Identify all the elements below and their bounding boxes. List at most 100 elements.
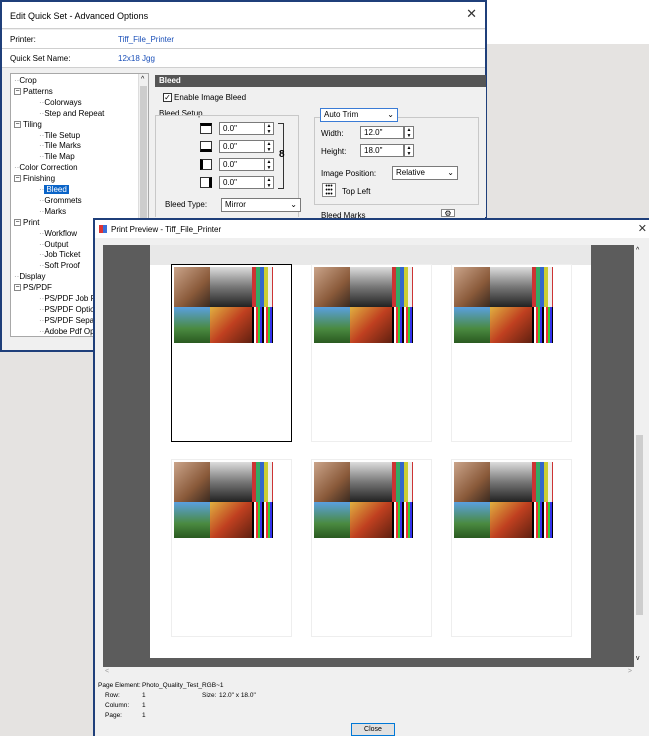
scroll-up-icon[interactable]: ^ — [636, 247, 639, 254]
height-stepper[interactable]: ▲ ▼ — [404, 144, 414, 157]
close-icon[interactable]: ✕ — [638, 222, 647, 235]
photo-segment — [454, 502, 490, 538]
tree-item[interactable]: ··Tile Setup — [39, 131, 80, 141]
scroll-up-icon[interactable]: ^ — [141, 76, 144, 83]
gear-icon[interactable]: ⚙ — [441, 209, 455, 218]
chain-link-icon[interactable]: 8 — [279, 149, 285, 160]
photo-segment — [174, 267, 210, 307]
preview-title: Print Preview - Tiff_File_Printer — [111, 225, 222, 234]
tree-item[interactable]: ··Output — [39, 240, 68, 250]
close-button[interactable]: Close — [351, 723, 395, 736]
photo-segment — [392, 502, 413, 538]
preview-canvas[interactable] — [103, 245, 634, 667]
preview-cell[interactable] — [311, 264, 432, 442]
tree-item-label: Finishing — [23, 174, 56, 184]
tree-item-label: Step and Repeat — [44, 108, 105, 118]
tree-item-label: Colorways — [44, 97, 82, 107]
tree-item[interactable]: − Finishing — [14, 174, 55, 184]
bleed-type-value: Mirror — [225, 200, 246, 209]
bleed-top-input[interactable]: 0.0" — [219, 122, 265, 135]
dialog-title: Edit Quick Set - Advanced Options — [10, 11, 149, 21]
preview-cell[interactable] — [311, 459, 432, 637]
tree-item-label: Tiling — [23, 119, 42, 129]
trim-select[interactable]: Auto Trim ⌄ — [320, 108, 398, 122]
tree-item[interactable]: − PS/PDF — [14, 283, 52, 293]
divider — [2, 28, 485, 29]
photo-segment — [350, 502, 392, 538]
bleed-left-input[interactable]: 0.0" — [219, 158, 265, 171]
photo-segment — [454, 462, 490, 502]
enable-bleed-checkbox[interactable]: ✓ — [163, 93, 172, 102]
preview-cell[interactable] — [451, 459, 572, 637]
collapse-icon[interactable]: − — [14, 284, 21, 292]
width-input[interactable]: 12.0" — [360, 126, 404, 139]
page-element-label: Page Element: — [98, 682, 141, 689]
photo-segment — [252, 502, 273, 538]
photo-segment — [210, 462, 252, 502]
photo-segment — [392, 462, 413, 502]
bleed-top-stepper[interactable]: ▲ ▼ — [264, 122, 274, 135]
tree-item[interactable]: ··PS/PDF Separa — [39, 316, 101, 326]
bleed-bottom-stepper[interactable]: ▲ ▼ — [264, 140, 274, 153]
tree-item[interactable]: − Tiling — [14, 120, 42, 130]
tree-item[interactable]: ··Workflow — [39, 229, 77, 239]
photo-thumbnail — [174, 462, 273, 538]
preview-horizontal-scrollbar[interactable]: < > — [103, 667, 634, 678]
tree-item[interactable]: ··Tile Marks — [39, 141, 81, 151]
scroll-right-icon[interactable]: > — [628, 668, 632, 675]
tree-item[interactable]: ··Crop — [14, 76, 37, 86]
photo-segment — [252, 267, 273, 307]
tree-item[interactable]: ··Job Ticket — [39, 250, 80, 260]
bleed-right-input[interactable]: 0.0" — [219, 176, 265, 189]
top-edge-icon — [200, 123, 212, 134]
tree-item-label: Color Correction — [19, 163, 78, 173]
tree-item[interactable]: ··Adobe Pdf Opti — [39, 327, 99, 336]
photo-thumbnail — [454, 462, 553, 538]
preview-vertical-scrollbar[interactable]: ^ v — [634, 245, 645, 667]
tree-item-label: Print — [23, 217, 40, 227]
tree-item[interactable]: − Patterns — [14, 87, 53, 97]
collapse-icon[interactable]: − — [14, 175, 21, 183]
tree-item[interactable]: ··Colorways — [39, 98, 82, 108]
collapse-icon[interactable]: − — [14, 88, 21, 96]
quickset-label: Quick Set Name: — [10, 54, 71, 63]
scroll-left-icon[interactable]: < — [105, 668, 109, 675]
tree-item[interactable]: ··Soft Proof — [39, 261, 80, 271]
tree-item[interactable]: ·· Bleed — [39, 185, 69, 195]
tree-item[interactable]: ··Color Correction — [14, 163, 78, 173]
anchor-grid-icon[interactable]: ••• ••• ••• — [322, 183, 336, 198]
height-input[interactable]: 18.0" — [360, 144, 404, 157]
photo-thumbnail — [314, 267, 413, 343]
image-position-select[interactable]: Relative ⌄ — [392, 166, 458, 180]
tree-item-label: Soft Proof — [44, 261, 80, 271]
scroll-thumb[interactable] — [636, 435, 643, 615]
preview-cell[interactable] — [171, 264, 292, 442]
collapse-icon[interactable]: − — [14, 120, 21, 128]
photo-segment — [350, 462, 392, 502]
width-stepper[interactable]: ▲ ▼ — [404, 126, 414, 139]
print-preview-dialog: Print Preview - Tiff_File_Printer ✕ ^ v … — [93, 218, 649, 736]
bleed-type-select[interactable]: Mirror ⌄ — [221, 198, 301, 212]
chevron-down-icon: ⌄ — [290, 200, 297, 209]
tree-item-label: Tile Map — [44, 152, 75, 162]
tree-item[interactable]: − Print — [14, 218, 39, 228]
scroll-down-icon[interactable]: v — [636, 655, 640, 662]
bleed-left-stepper[interactable]: ▲ ▼ — [264, 158, 274, 171]
chevron-down-icon: ⌄ — [447, 168, 454, 177]
tree-item[interactable]: ··Tile Map — [39, 152, 75, 162]
tree-item[interactable]: ··Step and Repeat — [39, 109, 104, 119]
bleed-right-stepper[interactable]: ▲ ▼ — [264, 176, 274, 189]
preview-cell[interactable] — [171, 459, 292, 637]
tree-item[interactable]: ··Marks — [39, 207, 66, 217]
tree-item[interactable]: ··Display — [14, 272, 46, 282]
tree-item[interactable]: ··Grommets — [39, 196, 82, 206]
row-label: Row: — [105, 692, 120, 699]
photo-segment — [174, 462, 210, 502]
bottom-edge-icon — [200, 141, 212, 152]
tree-item-label: Workflow — [44, 228, 78, 238]
photo-segment — [210, 267, 252, 307]
close-icon[interactable]: ✕ — [466, 6, 477, 22]
bleed-bottom-input[interactable]: 0.0" — [219, 140, 265, 153]
collapse-icon[interactable]: − — [14, 219, 21, 227]
preview-cell[interactable] — [451, 264, 572, 442]
